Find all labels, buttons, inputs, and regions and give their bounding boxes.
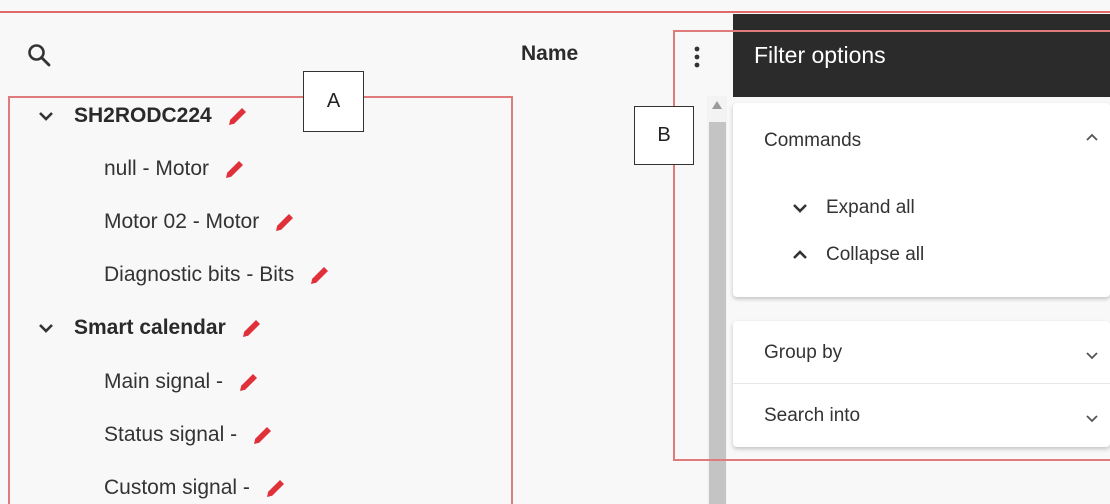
annotation-box-b [673,30,1110,461]
name-column-header[interactable]: Name [521,42,578,66]
annotation-label-b: B [634,106,694,165]
annotation-label-a: A [303,71,364,132]
top-divider [0,11,1110,13]
annotation-box-a [8,96,513,504]
search-icon[interactable] [26,42,52,68]
